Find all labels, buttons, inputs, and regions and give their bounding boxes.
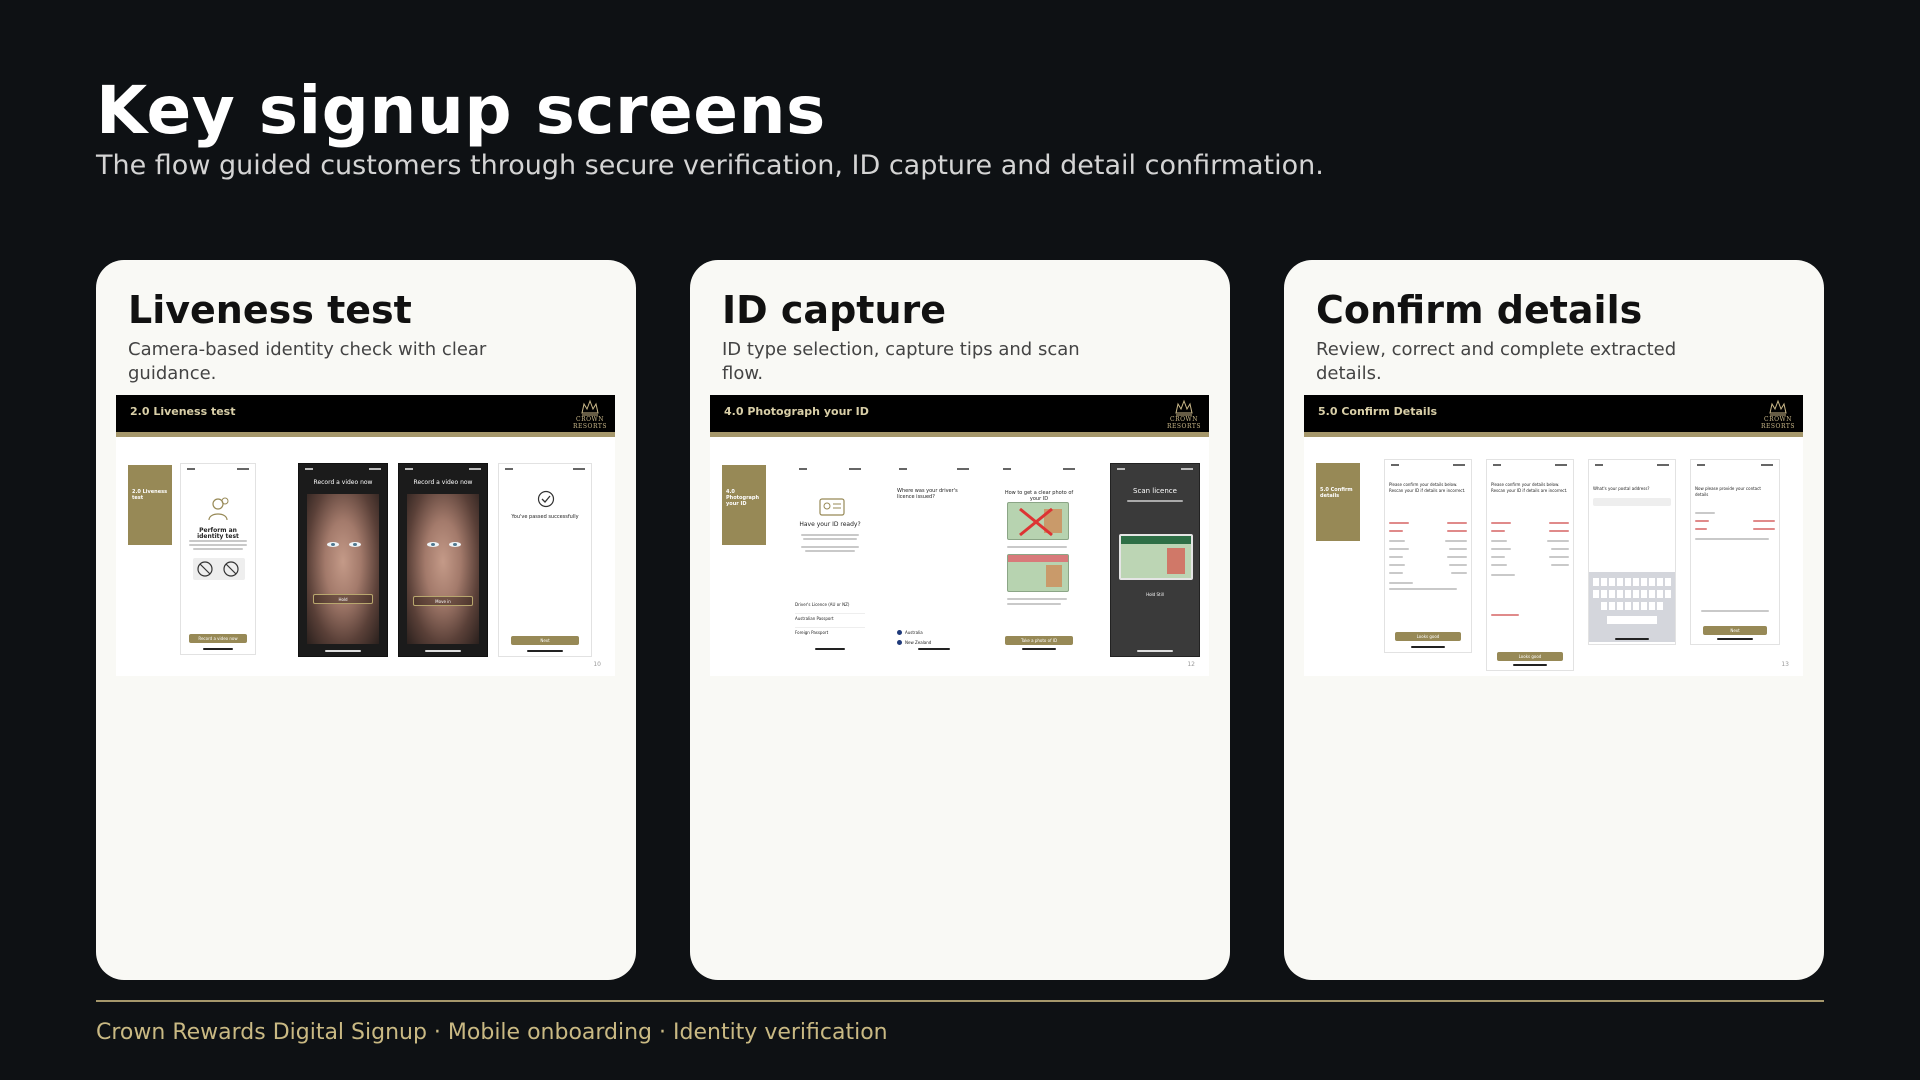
slide-thumbnail: 5.0 Confirm Details CROWN RESORTS 5.0 Con… <box>1304 395 1803 676</box>
phone-screen-photo-tips: How to get a clear photo of your ID Take… <box>996 463 1082 655</box>
looks-good-button[interactable]: Looks good <box>1395 632 1461 641</box>
id-sample-bad <box>1007 502 1069 540</box>
card-id-capture[interactable]: ID capture ID type selection, capture ti… <box>690 260 1230 980</box>
slide-thumbnail: 2.0 Liveness test CROWN RESORTS 2.0 Liven… <box>116 395 615 676</box>
record-heading: Record a video now <box>413 479 473 486</box>
slide-page-number: 10 <box>593 661 601 668</box>
record-video-button[interactable]: Record a video now <box>189 634 247 643</box>
keyboard[interactable] <box>1589 572 1675 642</box>
success-text: You've passed successfully <box>511 514 579 520</box>
record-heading: Record a video now <box>313 479 373 486</box>
id-ready-heading: Have your ID ready? <box>799 521 861 528</box>
id-option-licence[interactable]: Driver's Licence (AU or NZ) <box>795 602 865 614</box>
no-hat-glasses-illustration <box>193 558 245 580</box>
phone-screen-record-hold: Record a video now Hold <box>298 463 388 657</box>
phone-screen-licence-country: Where was your driver's licence issued? … <box>892 463 976 655</box>
section-tab: 4.0 Photograph your ID <box>722 465 766 545</box>
card-liveness-test[interactable]: Liveness test Camera-based identity chec… <box>96 260 636 980</box>
crown-logo-text: CROWN RESORTS <box>573 416 607 430</box>
card-description: Camera-based identity check with clear g… <box>128 339 487 384</box>
face-video-preview <box>407 494 479 644</box>
footer-divider <box>96 1000 1824 1002</box>
card-title: Liveness test <box>128 288 412 332</box>
postal-search-input[interactable] <box>1593 498 1671 506</box>
id-card-icon <box>819 498 845 516</box>
id-option-foreign-passport[interactable]: Foreign Passport <box>795 630 865 642</box>
phone-screen-id-ready: Have your ID ready? Driver's Licence (AU… <box>792 463 868 655</box>
looks-good-button[interactable]: Looks good <box>1497 652 1563 661</box>
crown-logo-text: CROWN RESORTS <box>1761 416 1795 430</box>
page-subtitle: The flow guided customers through secure… <box>96 150 1324 181</box>
person-id-icon <box>208 497 229 521</box>
card-description: ID type selection, capture tips and scan… <box>722 339 1080 384</box>
scan-heading: Scan licence <box>1133 487 1177 495</box>
country-option-australia[interactable]: Australia <box>897 628 971 638</box>
phone-screen-postal-address: What's your postal address? <box>1588 459 1676 645</box>
section-tab: 2.0 Liveness test <box>128 465 172 545</box>
hold-prompt: Hold <box>313 594 373 604</box>
card-title: ID capture <box>722 288 947 332</box>
card-description: Review, correct and complete extracted d… <box>1316 339 1677 384</box>
phone-screen-success: You've passed successfully Next <box>498 463 592 657</box>
phone-screen-scan-licence: Scan licence Hold Still <box>1110 463 1200 657</box>
confirm-heading: Please confirm your details below. Resca… <box>1389 482 1466 493</box>
confirm-heading: Please confirm your details below. Resca… <box>1491 482 1568 493</box>
next-button[interactable]: Next <box>1703 626 1767 635</box>
cross-icon <box>1019 507 1053 537</box>
section-tab: 5.0 Confirm details <box>1316 463 1360 541</box>
no-glasses-icon <box>223 561 239 577</box>
postal-heading: What's your postal address? <box>1593 486 1650 491</box>
card-title: Confirm details <box>1316 288 1643 332</box>
slide-page-number: 13 <box>1781 661 1789 668</box>
slide-header-bar: 4.0 Photograph your ID CROWN RESORTS <box>710 395 1209 437</box>
phone-screen-contact-details: Now please provide your contact details … <box>1690 459 1780 645</box>
id-type-list: Driver's Licence (AU or NZ) Australian P… <box>795 602 865 642</box>
country-option-nz[interactable]: New Zealand <box>897 638 971 648</box>
footer-text: Crown Rewards Digital Signup · Mobile on… <box>96 1020 888 1045</box>
phone-screen-confirm-details-error: Please confirm your details below. Resca… <box>1486 459 1574 671</box>
crown-logo-text: CROWN RESORTS <box>1167 416 1201 430</box>
check-circle-icon <box>537 490 555 508</box>
slide-header-title: 4.0 Photograph your ID <box>724 405 869 418</box>
contact-heading: Now please provide your contact details <box>1695 486 1761 497</box>
phone-screen-confirm-details: Please confirm your details below. Resca… <box>1384 459 1472 653</box>
slide-header-bar: 5.0 Confirm Details CROWN RESORTS <box>1304 395 1803 437</box>
tips-heading: How to get a clear photo of your ID <box>1004 490 1074 502</box>
take-photo-button[interactable]: Take a photo of ID <box>1005 636 1073 645</box>
country-list: Australia New Zealand <box>897 628 971 648</box>
no-hat-icon <box>197 561 213 577</box>
slide-header-bar: 2.0 Liveness test CROWN RESORTS <box>116 395 615 437</box>
hold-still-text: Hold Still <box>1146 592 1164 597</box>
face-video-preview <box>307 494 379 644</box>
slide-header-title: 2.0 Liveness test <box>130 405 236 418</box>
slide-page-number: 12 <box>1187 661 1195 668</box>
intro-heading: Perform an identity test <box>197 527 239 540</box>
id-sample-good <box>1007 554 1069 592</box>
licence-question: Where was your driver's licence issued? <box>897 488 958 500</box>
card-confirm-details[interactable]: Confirm details Review, correct and comp… <box>1284 260 1824 980</box>
phone-screen-intro: Perform an identity test Record a video … <box>180 463 256 655</box>
id-option-au-passport[interactable]: Australian Passport <box>795 616 865 628</box>
page-title: Key signup screens <box>96 72 826 149</box>
move-in-prompt: Move in <box>413 596 473 606</box>
next-button[interactable]: Next <box>511 636 579 645</box>
phone-screen-record-move: Record a video now Move in <box>398 463 488 657</box>
licence-scan-preview <box>1119 534 1193 580</box>
slide-thumbnail: 4.0 Photograph your ID CROWN RESORTS 4.0 … <box>710 395 1209 676</box>
slide-header-title: 5.0 Confirm Details <box>1318 405 1438 418</box>
